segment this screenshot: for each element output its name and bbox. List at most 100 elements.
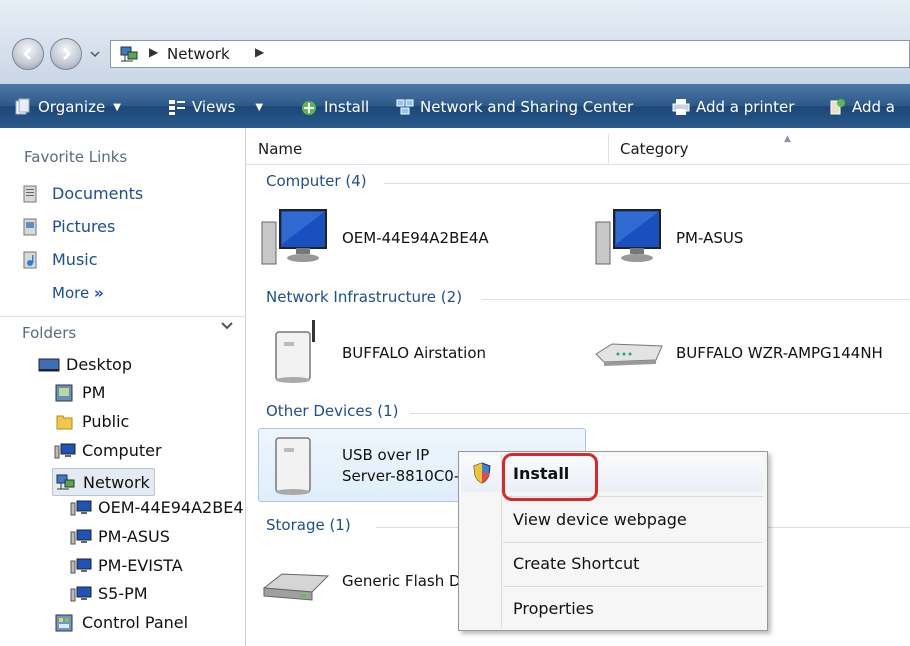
double-chevron-right-icon: »	[93, 284, 104, 302]
views-button[interactable]: Views ▼	[168, 96, 263, 118]
address-bar-area: ▶ Network ▶	[0, 0, 910, 84]
flash-drive-icon	[262, 573, 330, 601]
breadcrumb-arrow-icon[interactable]: ▶	[255, 45, 264, 59]
computer-icon	[70, 529, 92, 544]
device-name[interactable]: PM-ASUS	[676, 229, 743, 247]
favorite-links-heading: Favorite Links	[24, 148, 128, 166]
pictures-label: Pictures	[52, 217, 116, 236]
menu-view-device-webpage[interactable]: View device webpage	[513, 510, 687, 529]
breadcrumb-arrow-icon[interactable]: ▶	[149, 45, 158, 59]
folder-icon	[56, 415, 73, 429]
more-links-button[interactable]: More »	[52, 284, 104, 302]
network-icon	[120, 46, 138, 62]
add-printer-label: Add a printer	[696, 98, 795, 116]
breadcrumb-network[interactable]: Network	[167, 45, 230, 63]
tree-item-control-panel[interactable]: Control Panel	[54, 613, 188, 632]
folders-heading: Folders	[22, 324, 77, 342]
menu-separator	[503, 542, 763, 543]
computer-label: Computer	[82, 441, 162, 460]
views-icon	[169, 100, 185, 115]
tree-item-pm-evista[interactable]: PM-EVISTA	[70, 556, 183, 575]
desktop-label: Desktop	[66, 355, 132, 374]
recent-pages-dropdown-icon[interactable]	[90, 50, 100, 58]
tree-item-network[interactable]: Network	[52, 468, 155, 496]
device-name[interactable]: BUFFALO WZR-AMPG144NH	[676, 344, 883, 362]
add-printer-button[interactable]: Add a printer	[672, 96, 794, 118]
tree-item-computer[interactable]: Computer	[54, 441, 162, 460]
tree-item-public[interactable]: Public	[54, 412, 129, 431]
user-folder-icon	[55, 384, 73, 401]
back-button[interactable]	[12, 38, 44, 70]
install-toolbar-button[interactable]: Install	[300, 96, 369, 118]
desktop-icon	[38, 358, 60, 371]
favorite-pictures[interactable]: Pictures	[22, 217, 115, 236]
computer-icon	[261, 209, 327, 265]
group-computer-header[interactable]: Computer (4)	[266, 172, 367, 190]
documents-label: Documents	[52, 184, 144, 203]
group-divider	[482, 299, 910, 300]
highlight-annotation-ring	[502, 453, 598, 501]
tree-item-desktop[interactable]: Desktop	[38, 355, 132, 374]
tree-item-pm[interactable]: PM	[54, 383, 105, 402]
pm-evista-label: PM-EVISTA	[98, 556, 183, 575]
address-box[interactable]: ▶ Network ▶	[110, 40, 910, 68]
chevron-down-icon: ▼	[113, 101, 121, 113]
oem-label: OEM-44E94A2BE4	[98, 498, 244, 517]
category-column-header[interactable]: Category	[620, 140, 689, 158]
s5-pm-label: S5-PM	[98, 584, 148, 603]
pm-asus-label: PM-ASUS	[98, 527, 170, 546]
sort-ascending-icon: ▲	[784, 134, 791, 144]
chevron-down-icon: ▼	[255, 101, 264, 113]
navigation-pane: Favorite Links Documents Pictures Music …	[0, 128, 246, 646]
menu-properties[interactable]: Properties	[513, 599, 594, 618]
router-icon	[595, 343, 663, 366]
chevron-down-icon[interactable]	[220, 320, 234, 332]
printer-icon	[672, 99, 690, 115]
network-sharing-center-button[interactable]: Network and Sharing Center	[396, 96, 633, 118]
tree-item-s5-pm[interactable]: S5-PM	[70, 584, 148, 603]
tree-item-pm-asus[interactable]: PM-ASUS	[70, 527, 170, 546]
pm-label: PM	[82, 383, 106, 402]
computer-icon	[70, 558, 92, 573]
network-sharing-label: Network and Sharing Center	[420, 98, 634, 116]
control-panel-icon	[55, 614, 73, 631]
group-other-devices-header[interactable]: Other Devices (1)	[266, 402, 399, 420]
music-icon	[23, 251, 37, 268]
organize-button[interactable]: Organize ▼	[14, 96, 121, 118]
public-label: Public	[82, 412, 130, 431]
group-divider	[384, 183, 910, 184]
organize-icon	[15, 98, 30, 115]
forward-arrow-icon	[63, 48, 71, 60]
add-device-button[interactable]: Add a	[828, 96, 895, 118]
music-label: Music	[52, 250, 98, 269]
uac-shield-icon	[473, 462, 491, 484]
device-name[interactable]: BUFFALO Airstation	[342, 344, 486, 362]
views-label: Views	[192, 98, 236, 116]
column-divider[interactable]	[608, 134, 609, 164]
name-column-header[interactable]: Name	[258, 140, 302, 158]
favorite-documents[interactable]: Documents	[22, 184, 143, 203]
add-device-label: Add a	[852, 98, 896, 116]
command-toolbar: Organize ▼ Views ▼ Install Network and Sha…	[0, 84, 910, 128]
menu-separator	[503, 586, 763, 587]
device-name[interactable]: OEM-44E94A2BE4A	[342, 229, 489, 247]
computer-icon	[54, 443, 76, 458]
tree-item-oem[interactable]: OEM-44E94A2BE4	[70, 498, 244, 517]
device-name-line1: USB over IP	[342, 446, 430, 464]
install-icon	[302, 101, 316, 115]
more-label: More	[52, 284, 90, 302]
device-name[interactable]: Generic Flash D	[342, 572, 461, 590]
group-infrastructure-header[interactable]: Network Infrastructure (2)	[266, 288, 462, 306]
control-panel-label: Control Panel	[82, 613, 189, 632]
group-storage-header[interactable]: Storage (1)	[266, 516, 351, 534]
forward-button[interactable]	[50, 38, 82, 70]
add-device-icon	[830, 99, 845, 115]
back-arrow-icon	[23, 48, 31, 60]
computer-icon	[70, 586, 92, 601]
computer-icon	[70, 500, 92, 515]
network-icon	[56, 474, 75, 490]
group-divider	[410, 413, 910, 414]
network-label: Network	[83, 472, 150, 492]
favorite-music[interactable]: Music	[22, 250, 98, 269]
menu-create-shortcut[interactable]: Create Shortcut	[513, 554, 639, 573]
